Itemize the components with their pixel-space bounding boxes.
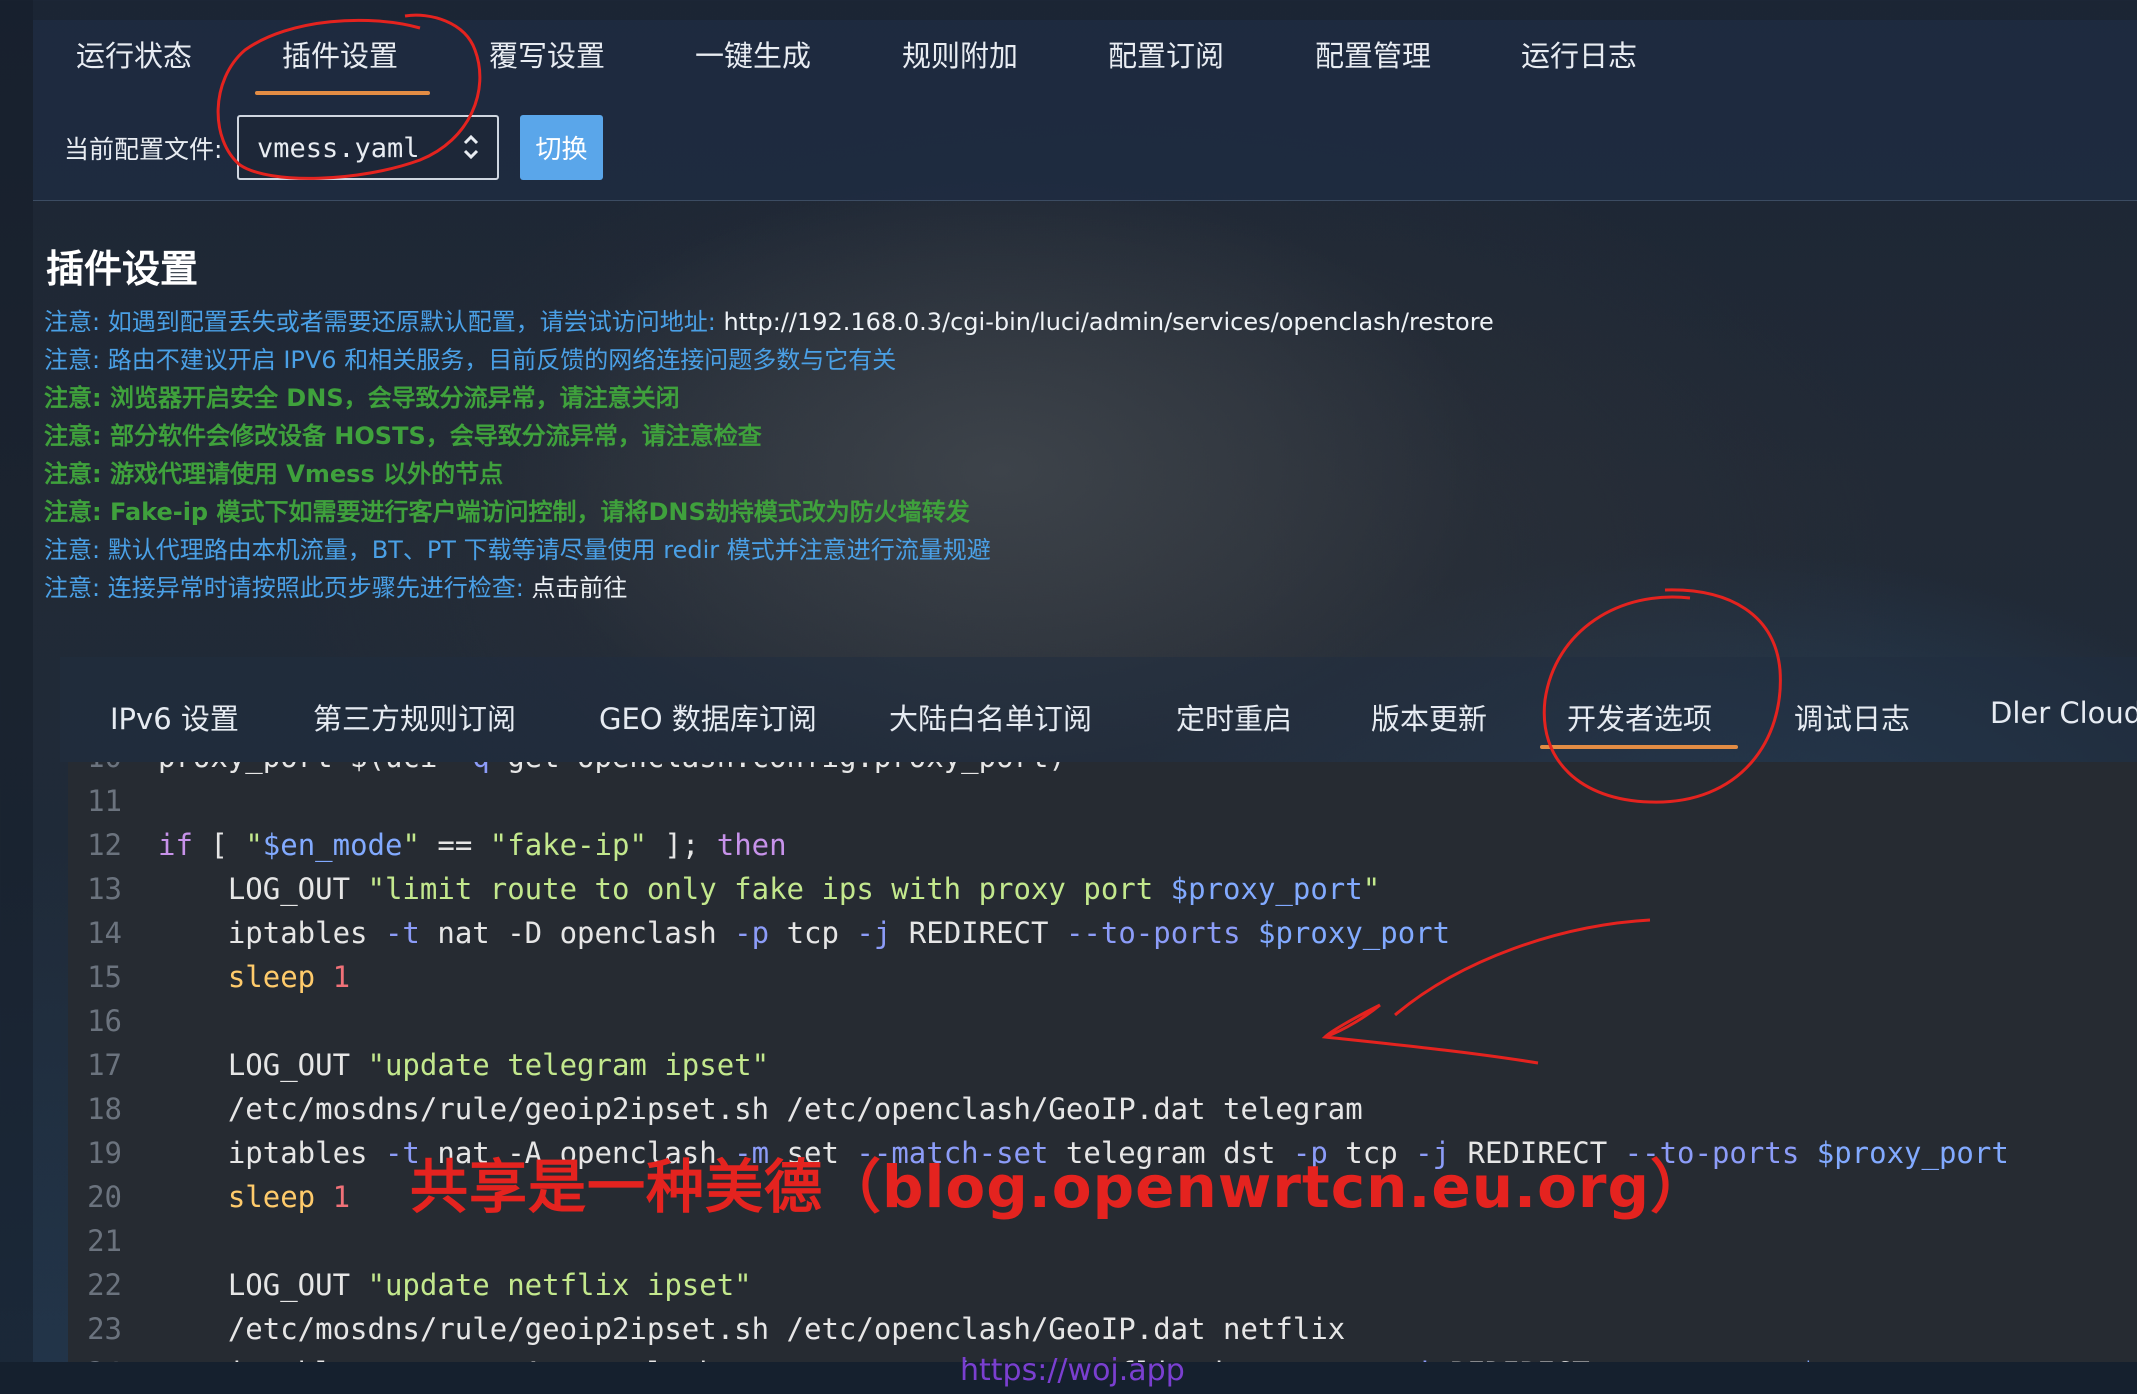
code-text: LOG_OUT "update telegram ipset" — [158, 1048, 770, 1082]
code-line: 18 /etc/mosdns/rule/geoip2ipset.sh /etc/… — [68, 1092, 2137, 1136]
note-fake-ip: 注意: Fake-ip 模式下如需要进行客户端访问控制，请将DNS劫持模式改为防… — [44, 498, 970, 526]
nav-rule-append[interactable]: 规则附加 — [902, 33, 1018, 73]
note-default-proxy: 注意: 默认代理路由本机流量，BT、PT 下载等请尽量使用 redir 模式并注… — [44, 536, 991, 564]
line-number: 19 — [87, 1136, 122, 1170]
line-number: 14 — [87, 916, 122, 950]
tab-debug-log[interactable]: 调试日志 — [1794, 696, 1910, 738]
code-line: 13 LOG_OUT "limit route to only fake ips… — [68, 872, 2137, 916]
code-text: LOG_OUT "limit route to only fake ips wi… — [158, 872, 1381, 906]
note-text: 注意: 如遇到配置丢失或者需要还原默认配置，请尝试访问地址: — [44, 308, 724, 336]
line-number: 20 — [87, 1180, 122, 1214]
note-ipv6: 注意: 路由不建议开启 IPV6 和相关服务，目前反馈的网络连接问题多数与它有关 — [44, 346, 897, 374]
watermark-url: https://woj.app — [960, 1353, 1185, 1388]
line-number: 16 — [87, 1004, 122, 1038]
line-number: 22 — [87, 1268, 122, 1302]
line-number: 11 — [87, 784, 122, 818]
code-editor[interactable]: 10 proxy_port=$(uci -q get openclash.conf… — [68, 762, 2137, 1362]
code-text: if [ "$en_mode" == "fake-ip" ]; then — [158, 828, 787, 862]
nav-config-management[interactable]: 配置管理 — [1315, 33, 1431, 73]
switch-button[interactable]: 切换 — [520, 115, 603, 180]
note-hosts: 注意: 部分软件会修改设备 HOSTS，会导致分流异常，请注意检查 — [44, 422, 762, 450]
code-text: /etc/mosdns/rule/geoip2ipset.sh /etc/ope… — [158, 1092, 1363, 1126]
tab-scheduled-restart[interactable]: 定时重启 — [1176, 696, 1292, 738]
code-text: LOG_OUT "update netflix ipset" — [158, 1268, 752, 1302]
line-number: 23 — [87, 1312, 122, 1346]
restore-link[interactable]: http://192.168.0.3/cgi-bin/luci/admin/se… — [723, 308, 1493, 336]
code-line: 15 sleep 1 — [68, 960, 2137, 1004]
nav-run-log[interactable]: 运行日志 — [1521, 33, 1637, 73]
config-file-label: 当前配置文件: — [64, 135, 223, 164]
tab-third-party-rules[interactable]: 第三方规则订阅 — [313, 696, 516, 738]
left-edge — [0, 0, 33, 1394]
line-number: 13 — [87, 872, 122, 906]
code-line: 16 — [68, 1004, 2137, 1048]
select-updown-icon — [463, 134, 479, 160]
code-text: sleep 1 — [227, 960, 351, 994]
code-text: proxy_port=$(uci -q get openclash.config… — [158, 762, 1066, 774]
code-text: iptables -t nat -D openclash -p tcp -j R… — [158, 916, 1451, 950]
code-line: 14 iptables -t nat -D openclash -p tcp -… — [68, 916, 2137, 960]
note-connection-check: 注意: 连接异常时请按照此页步骤先进行检查: 点击前往 — [44, 568, 627, 603]
nav-active-indicator — [255, 91, 430, 95]
code-line: 17 LOG_OUT "update telegram ipset" — [68, 1048, 2137, 1092]
line-number: 17 — [87, 1048, 122, 1082]
code-line: 23 /etc/mosdns/rule/geoip2ipset.sh /etc/… — [68, 1312, 2137, 1356]
nav-one-click-generate[interactable]: 一键生成 — [695, 33, 811, 73]
code-line: 10 proxy_port=$(uci -q get openclash.conf… — [68, 762, 2137, 784]
note-game-proxy: 注意: 游戏代理请使用 Vmess 以外的节点 — [44, 460, 504, 488]
code-text: sleep 1 — [227, 1180, 351, 1214]
tab-developer-options[interactable]: 开发者选项 — [1567, 696, 1712, 738]
code-line: 22 LOG_OUT "update netflix ipset" — [68, 1268, 2137, 1312]
nav-running-status[interactable]: 运行状态 — [76, 33, 192, 73]
line-number: 21 — [87, 1224, 122, 1258]
line-number: 10 — [68, 762, 122, 774]
line-number: 15 — [87, 960, 122, 994]
go-link[interactable]: 点击前往 — [531, 574, 627, 602]
page-title: 插件设置 — [46, 247, 199, 291]
line-number: 18 — [87, 1092, 122, 1126]
line-number: 12 — [87, 828, 122, 862]
sub-tab-active-indicator — [1540, 745, 1738, 749]
config-file-value: vmess.yaml — [257, 133, 420, 164]
tab-ipv6-settings[interactable]: IPv6 设置 — [110, 696, 239, 738]
config-file-select[interactable]: vmess.yaml — [237, 115, 499, 180]
code-line: 11 — [68, 784, 2137, 828]
code-text: /etc/mosdns/rule/geoip2ipset.sh /etc/ope… — [158, 1312, 1346, 1346]
code-line: 12 if [ "$en_mode" == "fake-ip" ]; then — [68, 828, 2137, 872]
nav-config-subscription[interactable]: 配置订阅 — [1108, 33, 1224, 73]
nav-override-settings[interactable]: 覆写设置 — [489, 33, 605, 73]
tab-version-update[interactable]: 版本更新 — [1371, 696, 1487, 738]
nav-plugin-settings[interactable]: 插件设置 — [282, 33, 398, 73]
tab-china-whitelist[interactable]: 大陆白名单订阅 — [889, 696, 1092, 738]
note-restore: 注意: 如遇到配置丢失或者需要还原默认配置，请尝试访问地址: http://19… — [44, 302, 1494, 337]
tab-dler-cloud[interactable]: Dler Cloud — [1990, 696, 2137, 730]
note-secure-dns: 注意: 浏览器开启安全 DNS，会导致分流异常，请注意关闭 — [44, 384, 680, 412]
watermark-red: 共享是一种美德（blog.openwrtcn.eu.org） — [410, 1153, 1710, 1221]
code-line: 21 — [68, 1224, 2137, 1268]
note-text: 注意: 连接异常时请按照此页步骤先进行检查: — [44, 574, 532, 602]
tab-geo-database[interactable]: GEO 数据库订阅 — [599, 696, 817, 738]
